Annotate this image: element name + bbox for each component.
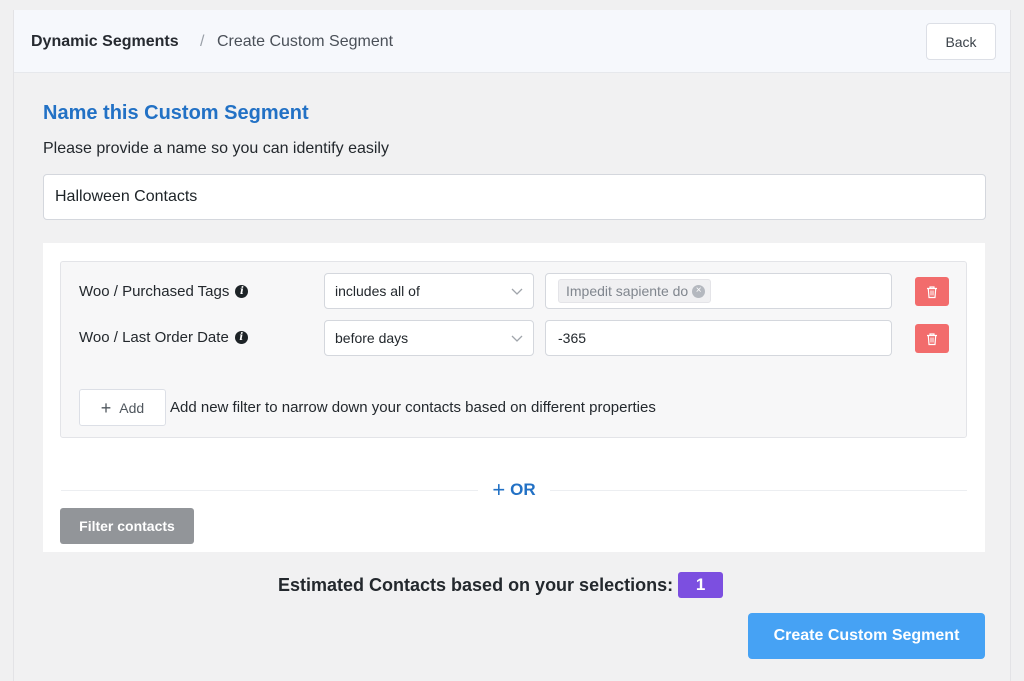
filters-card: Woo / Purchased Tags i includes all of I… [43,243,985,552]
tag-chip: Impedit sapiente do × [558,279,712,303]
breadcrumb-dynamic-segments[interactable]: Dynamic Segments [31,33,179,51]
segment-panel: Dynamic Segments / Create Custom Segment… [13,10,1011,681]
back-button[interactable]: Back [926,23,996,60]
delete-rule-button[interactable] [915,324,949,353]
name-help-text: Please provide a name so you can identif… [43,140,389,157]
operator-select-purchased-tags[interactable]: includes all of [324,273,534,309]
page-header: Dynamic Segments / Create Custom Segment… [14,10,1010,73]
delete-rule-button[interactable] [915,277,949,306]
close-icon[interactable]: × [692,284,706,298]
estimate-summary: Estimated Contacts based on your selecti… [278,571,724,599]
estimate-label: Estimated Contacts based on your selecti… [278,574,674,595]
add-filter-label: Add [119,399,145,416]
add-filter-help: Add new filter to narrow down your conta… [170,399,656,416]
tag-chip-label: Impedit sapiente do [566,283,689,299]
create-custom-segment-button[interactable]: Create Custom Segment [748,613,985,659]
chevron-down-icon [511,335,523,342]
trash-icon [927,332,937,345]
plus-icon: + [100,397,112,418]
plus-icon: + [492,477,506,502]
days-value-text: -365 [558,330,587,346]
breadcrumb-current: Create Custom Segment [217,33,394,50]
segment-name-input[interactable] [43,174,986,220]
breadcrumb-separator: / [200,33,205,50]
days-value-input[interactable]: -365 [545,320,892,356]
operator-select-last-order-date[interactable]: before days [324,320,534,356]
rule-label-last-order-date: Woo / Last Order Date i [79,329,248,346]
operator-select-value: includes all of [335,283,420,299]
info-icon[interactable]: i [234,331,248,344]
or-label: OR [510,480,536,499]
tags-multiselect[interactable]: Impedit sapiente do × [545,273,892,309]
estimate-count-badge: 1 [678,572,724,598]
trash-icon [927,285,937,298]
chevron-down-icon [511,288,523,295]
rule-label-text: Woo / Purchased Tags [79,283,230,300]
rule-label-text: Woo / Last Order Date [79,329,229,346]
add-or-group-button[interactable]: + OR [478,479,550,501]
info-icon[interactable]: i [235,285,249,298]
add-filter-button[interactable]: + Add [79,389,166,426]
filter-contacts-button[interactable]: Filter contacts [60,508,194,544]
rule-label-purchased-tags: Woo / Purchased Tags i [79,283,249,300]
filter-group: Woo / Purchased Tags i includes all of I… [60,261,967,438]
page-title: Name this Custom Segment [43,102,309,124]
operator-select-value: before days [335,330,409,346]
